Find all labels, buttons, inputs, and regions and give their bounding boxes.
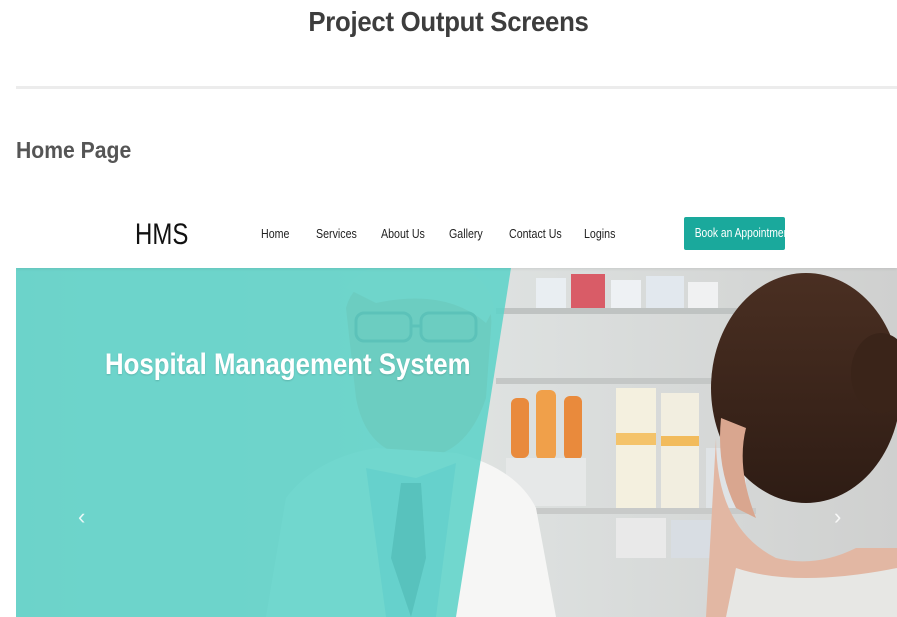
- nav-item-gallery[interactable]: Gallery: [449, 226, 483, 241]
- nav-item-contact-us[interactable]: Contact Us: [509, 226, 562, 241]
- book-appointment-button[interactable]: Book an Appointment: [684, 217, 785, 250]
- nav-item-about-us[interactable]: About Us: [381, 226, 425, 241]
- hero-background-image: [16, 268, 897, 617]
- hero-carousel: Hospital Management System ‹ ›: [16, 268, 897, 617]
- document-title: Project Output Screens: [308, 6, 589, 37]
- nav-item-logins[interactable]: Logins: [584, 226, 615, 241]
- divider: [16, 86, 897, 89]
- chevron-right-icon[interactable]: ›: [834, 504, 841, 530]
- brand-logo[interactable]: HMS: [135, 218, 188, 252]
- nav-item-home[interactable]: Home: [261, 226, 289, 241]
- nav-item-services[interactable]: Services: [316, 226, 357, 241]
- section-heading: Home Page: [16, 137, 132, 163]
- chevron-left-icon[interactable]: ‹: [78, 504, 85, 530]
- homepage-screenshot: HMS Home Services About Us Gallery Conta…: [16, 198, 897, 617]
- hero-title: Hospital Management System: [105, 348, 471, 381]
- book-appointment-label: Book an Appointment: [694, 226, 785, 240]
- navbar: HMS Home Services About Us Gallery Conta…: [16, 198, 897, 268]
